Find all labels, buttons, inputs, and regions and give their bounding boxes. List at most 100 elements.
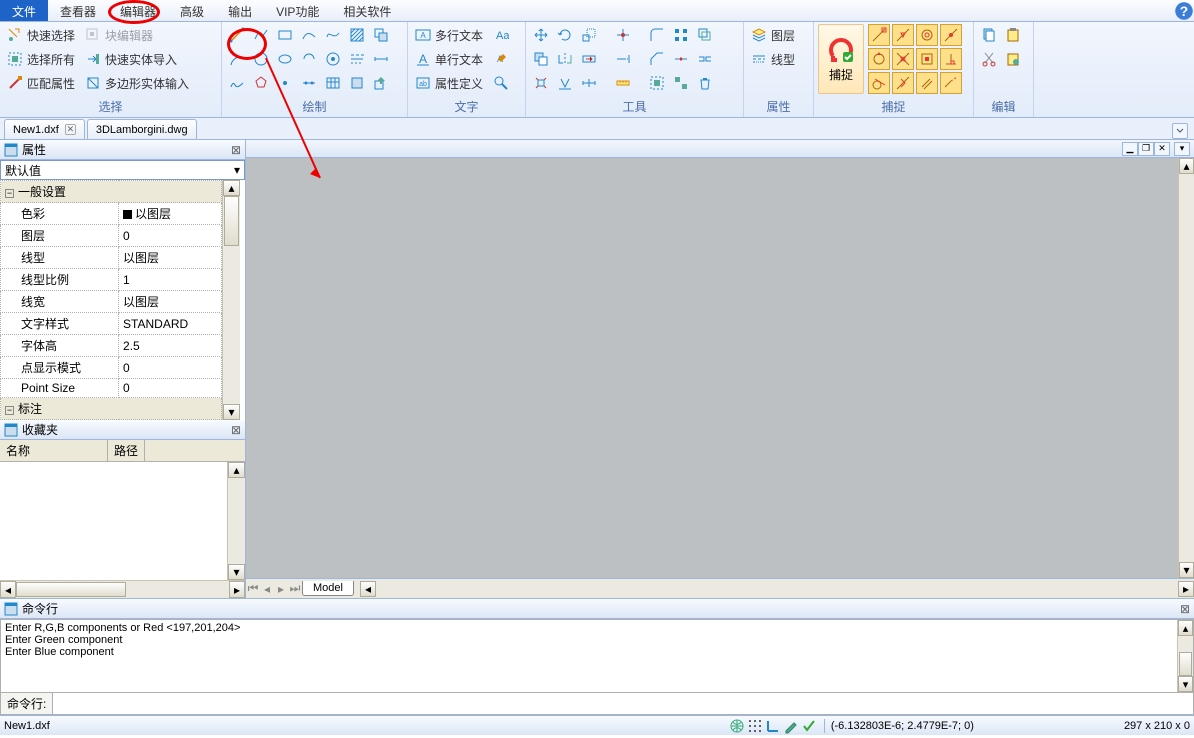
rotate-tool[interactable] (554, 24, 576, 46)
select-all-button[interactable]: 选择所有 (4, 48, 80, 70)
snap-endpoint[interactable] (868, 24, 890, 46)
doc-tab-2[interactable]: 3DLamborgini.dwg (87, 119, 197, 139)
block-tool[interactable] (346, 72, 368, 94)
favorites-col-path[interactable]: 路径 (108, 440, 145, 461)
arc-tool[interactable] (226, 48, 248, 70)
text-button[interactable]: A单行文本 (412, 48, 488, 70)
menu-editor[interactable]: 编辑器 (108, 0, 168, 21)
dimension-tool[interactable] (370, 48, 392, 70)
curve-tool[interactable] (298, 24, 320, 46)
dropdown-icon[interactable]: ▾ (1174, 142, 1190, 156)
status-grid-icon[interactable] (747, 718, 763, 734)
model-tab[interactable]: Model (302, 581, 354, 596)
extend-tool[interactable] (612, 48, 634, 70)
help-icon[interactable]: ? (1174, 0, 1194, 21)
prop-val[interactable]: 2.5 (119, 335, 222, 357)
chamfer-tool[interactable] (646, 48, 668, 70)
scroll-down-icon[interactable]: ▾ (223, 404, 240, 420)
snap-nearest[interactable] (892, 72, 914, 94)
snap-quadrant[interactable] (868, 48, 890, 70)
prop-val[interactable]: 0 (119, 379, 222, 398)
snap-perpendicular[interactable] (940, 48, 962, 70)
scroll-thumb[interactable] (16, 582, 126, 597)
status-ortho-icon[interactable] (765, 718, 781, 734)
snap-intersection[interactable] (892, 48, 914, 70)
arc2-tool[interactable] (298, 48, 320, 70)
snap-extension[interactable] (940, 72, 962, 94)
prop-val[interactable]: STANDARD (119, 313, 222, 335)
scroll-right-icon[interactable]: ▸ (1178, 581, 1194, 597)
log-scrollbar[interactable]: ▴ ▾ (1177, 620, 1193, 692)
command-input[interactable] (53, 693, 1193, 714)
status-check-icon[interactable] (801, 718, 817, 734)
menu-file[interactable]: 文件 (0, 0, 48, 21)
prop-val[interactable]: 以图层 (119, 247, 222, 269)
restore-icon[interactable]: ❐ (1138, 142, 1154, 156)
circle-tool[interactable] (250, 48, 272, 70)
scroll-left-icon[interactable]: ◂ (0, 581, 16, 598)
ellipse-tool[interactable] (274, 48, 296, 70)
menu-advanced[interactable]: 高级 (168, 0, 216, 21)
point-tool[interactable] (274, 72, 296, 94)
close-icon[interactable]: ✕ (65, 124, 76, 135)
line-tool[interactable] (226, 24, 248, 46)
insert-tool[interactable] (370, 72, 392, 94)
paste-special-button[interactable] (1002, 48, 1024, 70)
move-tool[interactable] (530, 24, 552, 46)
fillet-tool[interactable] (646, 24, 668, 46)
status-globe-icon[interactable] (729, 718, 745, 734)
menu-output[interactable]: 输出 (216, 0, 264, 21)
linetype-button[interactable]: 线型 (748, 48, 800, 70)
trim-tool[interactable] (612, 24, 634, 46)
snap-node[interactable] (940, 24, 962, 46)
scroll-down-icon[interactable]: ▾ (228, 564, 245, 580)
menu-related[interactable]: 相关软件 (331, 0, 403, 21)
linetype-tool[interactable] (346, 48, 368, 70)
table-tool[interactable] (322, 72, 344, 94)
prop-val[interactable]: 以图层 (119, 203, 222, 225)
scroll-down-icon[interactable]: ▾ (1178, 676, 1193, 692)
snap-insertion[interactable] (916, 48, 938, 70)
status-pen-icon[interactable] (783, 718, 799, 734)
menu-vip[interactable]: VIP功能 (264, 0, 331, 21)
tab-nav-next[interactable]: ▸ (274, 580, 288, 598)
join-tool[interactable] (694, 48, 716, 70)
stretch-tool[interactable] (578, 48, 600, 70)
measure-tool[interactable] (612, 72, 634, 94)
polygon-entity-input-button[interactable]: 多边形实体输入 (82, 72, 194, 94)
polyline-tool[interactable] (250, 24, 272, 46)
scroll-thumb[interactable] (224, 196, 239, 246)
props-scrollbar[interactable]: ▴ ▾ (222, 180, 240, 420)
block-editor-button[interactable]: 块编辑器 (82, 24, 158, 46)
scroll-up-icon[interactable]: ▴ (1179, 158, 1194, 174)
tab-nav-prev[interactable]: ◂ (260, 580, 274, 598)
canvas-scrollbar[interactable]: ▴ ▾ (1178, 158, 1194, 578)
tabs-menu-button[interactable] (1172, 123, 1188, 139)
array-tool[interactable] (670, 24, 692, 46)
divide-tool[interactable] (298, 72, 320, 94)
minimize-icon[interactable]: ▁ (1122, 142, 1138, 156)
match-props-button[interactable]: 匹配属性 (4, 72, 80, 94)
offset-tool[interactable] (694, 24, 716, 46)
rect-tool[interactable] (274, 24, 296, 46)
mirror-tool[interactable] (554, 48, 576, 70)
polygon-tool[interactable] (250, 72, 272, 94)
align-tool[interactable] (554, 72, 576, 94)
close-icon[interactable]: ✕ (1154, 142, 1170, 156)
explode-tool[interactable] (530, 72, 552, 94)
scroll-left-icon[interactable]: ◂ (360, 581, 376, 597)
snap-big-button[interactable]: 捕捉 (818, 24, 864, 94)
copy-clipboard-button[interactable] (978, 24, 1000, 46)
group-tool[interactable] (646, 72, 668, 94)
section-annotation[interactable]: −标注 (1, 398, 222, 420)
donut-tool[interactable] (322, 48, 344, 70)
scroll-right-icon[interactable]: ▸ (229, 581, 245, 598)
purge-tool[interactable] (694, 72, 716, 94)
snap-midpoint[interactable] (892, 24, 914, 46)
panel-close-icon[interactable]: ⊠ (231, 423, 241, 437)
snap-tangent[interactable] (868, 72, 890, 94)
scroll-down-icon[interactable]: ▾ (1179, 562, 1194, 578)
prop-val[interactable]: 1 (119, 269, 222, 291)
scale-tool[interactable] (578, 24, 600, 46)
quick-select-button[interactable]: 快速选择 (4, 24, 80, 46)
